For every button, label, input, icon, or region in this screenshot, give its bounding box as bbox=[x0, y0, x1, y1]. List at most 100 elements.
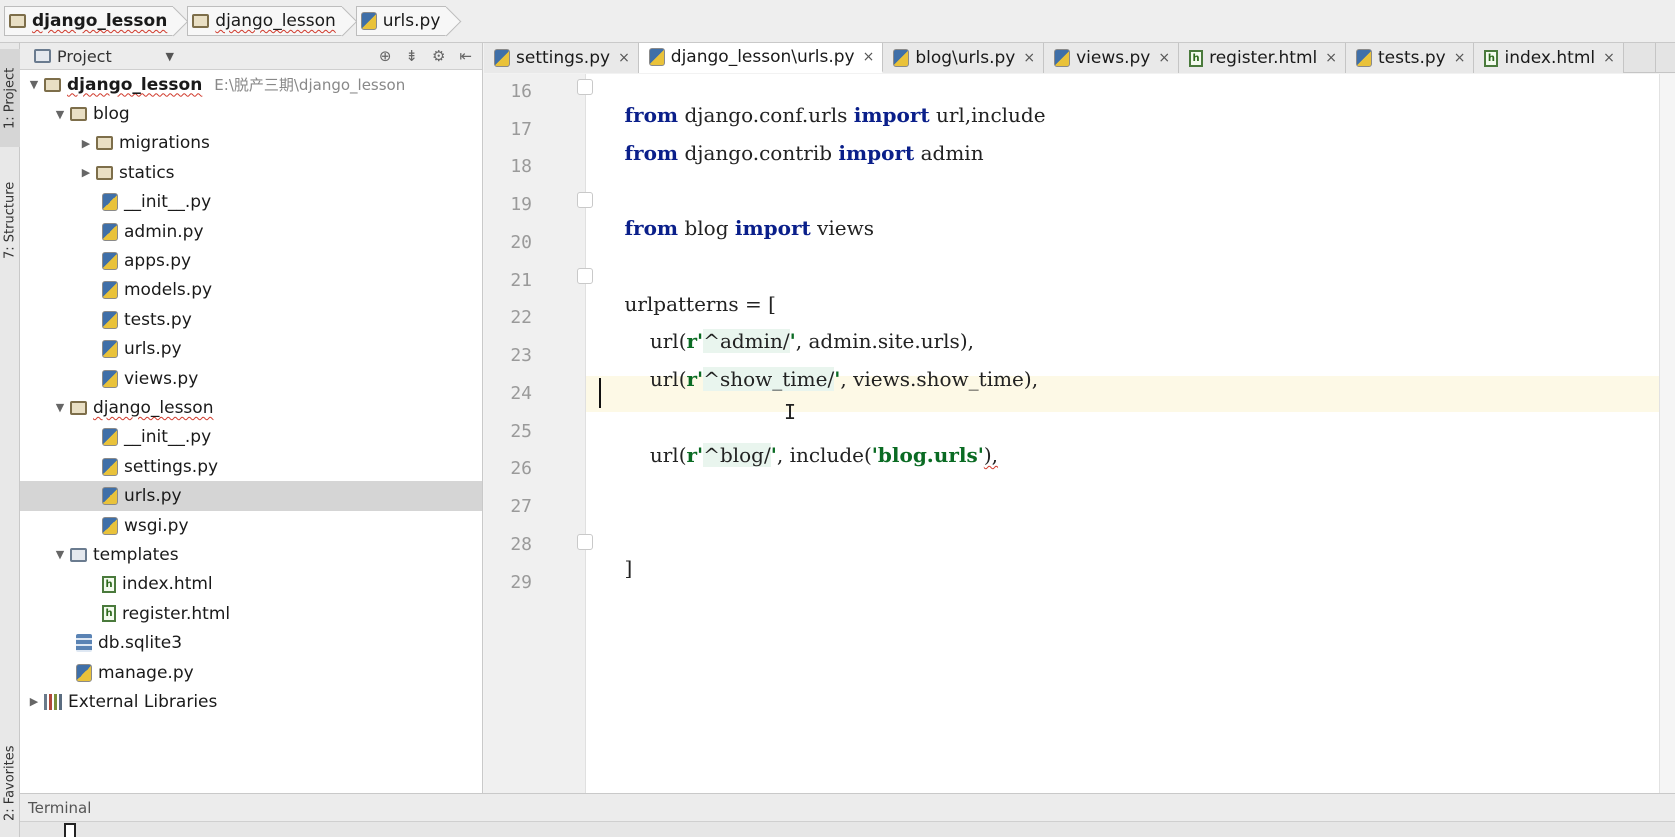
folder-icon bbox=[70, 547, 87, 562]
tree-item-external-libraries[interactable]: ▶ External Libraries bbox=[20, 687, 482, 716]
tree-item-file-selected[interactable]: urls.py bbox=[20, 481, 482, 511]
python-file-icon bbox=[102, 193, 118, 212]
tool-window-strip: 1: Project 7: Structure 2: Favorites bbox=[0, 43, 20, 837]
tree-item-file[interactable]: tests.py bbox=[20, 305, 482, 334]
project-view-selector[interactable]: Project ▼ bbox=[34, 47, 174, 66]
python-file-icon bbox=[102, 457, 118, 476]
bottom-tool-bar: Terminal bbox=[20, 793, 1675, 821]
tree-item-file[interactable]: __init__.py bbox=[20, 188, 482, 217]
tree-item-folder[interactable]: ▶ migrations bbox=[20, 129, 482, 158]
tree-item-file[interactable]: admin.py bbox=[20, 217, 482, 246]
tool-window-structure-tab[interactable]: 7: Structure bbox=[0, 161, 20, 279]
folder-icon bbox=[192, 14, 210, 28]
folder-icon bbox=[96, 136, 113, 151]
close-icon[interactable]: × bbox=[1325, 50, 1337, 66]
close-icon[interactable]: × bbox=[1158, 50, 1170, 66]
database-file-icon bbox=[76, 634, 92, 653]
fold-marker-icon[interactable] bbox=[577, 79, 593, 95]
chevron-down-icon[interactable]: ▼ bbox=[50, 108, 70, 121]
tree-item-folder[interactable]: ▶ statics bbox=[20, 158, 482, 187]
project-tree: ▼ django_lesson E:\脱产三期\django_lesson ▼ … bbox=[20, 70, 482, 717]
python-file-icon bbox=[102, 369, 118, 388]
chevron-right-icon[interactable]: ▶ bbox=[76, 137, 96, 150]
python-file-icon bbox=[76, 663, 92, 682]
line-number: 19 bbox=[510, 194, 532, 215]
tree-item-file[interactable]: h index.html bbox=[20, 570, 482, 599]
tree-item-file[interactable]: urls.py bbox=[20, 335, 482, 364]
close-icon[interactable]: × bbox=[618, 50, 630, 66]
chevron-down-icon: ▼ bbox=[165, 49, 174, 63]
breadcrumb-item-project[interactable]: django_lesson bbox=[4, 6, 174, 36]
close-icon[interactable]: × bbox=[1603, 50, 1615, 66]
breadcrumb-item-file[interactable]: urls.py bbox=[355, 6, 447, 36]
tree-item-file[interactable]: apps.py bbox=[20, 246, 482, 275]
chevron-down-icon[interactable]: ▼ bbox=[50, 548, 70, 561]
line-number: 20 bbox=[510, 232, 532, 253]
navigation-breadcrumb: django_lesson django_lesson urls.py bbox=[0, 0, 1675, 43]
tree-item-file[interactable]: h register.html bbox=[20, 599, 482, 628]
tool-window-toggle-icon[interactable] bbox=[64, 823, 76, 837]
tab-tests-py[interactable]: tests.py × bbox=[1345, 43, 1475, 73]
html-file-icon: h bbox=[1484, 49, 1499, 67]
project-panel: Project ▼ ⊕ ⇟ ⚙ ⇤ ▼ django_lesson E:\脱产三… bbox=[20, 43, 483, 793]
code-line: from django.contrib import admin bbox=[624, 141, 984, 165]
html-file-icon: h bbox=[1189, 49, 1204, 67]
tab-overflow-area[interactable] bbox=[1655, 43, 1675, 72]
python-file-icon bbox=[102, 428, 118, 447]
tab-blog-urls-py[interactable]: blog\urls.py × bbox=[883, 43, 1045, 73]
fold-marker-icon[interactable] bbox=[577, 192, 593, 208]
gear-icon[interactable]: ⚙ bbox=[432, 47, 445, 65]
tree-item-file[interactable]: models.py bbox=[20, 276, 482, 305]
chevron-down-icon[interactable]: ▼ bbox=[50, 401, 70, 414]
tree-item-file[interactable]: __init__.py bbox=[20, 423, 482, 452]
close-icon[interactable]: × bbox=[863, 49, 875, 65]
tab-settings-py[interactable]: settings.py × bbox=[484, 43, 639, 73]
locate-file-icon[interactable]: ⊕ bbox=[379, 47, 392, 65]
tree-item-file[interactable]: views.py bbox=[20, 364, 482, 393]
python-file-icon bbox=[893, 49, 910, 67]
fold-marker-icon[interactable] bbox=[577, 534, 593, 550]
tree-item-folder[interactable]: ▼ blog bbox=[20, 99, 482, 128]
tool-window-project-tab[interactable]: 1: Project bbox=[0, 49, 20, 147]
editor-vertical-scrollbar[interactable] bbox=[1659, 74, 1675, 793]
fold-marker-icon[interactable] bbox=[577, 268, 593, 284]
line-number: 25 bbox=[510, 421, 532, 442]
code-line: from blog import views bbox=[624, 216, 874, 240]
line-number: 22 bbox=[510, 307, 532, 328]
close-icon[interactable]: × bbox=[1023, 50, 1035, 66]
chevron-right-icon[interactable]: ▶ bbox=[76, 166, 96, 179]
folder-icon bbox=[96, 165, 113, 180]
tab-index-html[interactable]: h index.html × bbox=[1474, 43, 1624, 73]
tab-register-html[interactable]: h register.html × bbox=[1179, 43, 1346, 73]
tree-item-folder[interactable]: ▼ django_lesson bbox=[20, 393, 482, 422]
close-icon[interactable]: × bbox=[1454, 50, 1466, 66]
html-file-icon: h bbox=[102, 605, 116, 623]
tree-item-file[interactable]: db.sqlite3 bbox=[20, 628, 482, 657]
tab-django-lesson-urls-py[interactable]: django_lesson\urls.py × bbox=[638, 43, 884, 73]
tree-item-file[interactable]: wsgi.py bbox=[20, 511, 482, 540]
python-file-icon bbox=[102, 516, 118, 535]
code-editor[interactable]: 16 17 18 19 20 21 22 23 24 25 26 27 28 2… bbox=[484, 74, 1675, 793]
python-file-icon bbox=[102, 340, 118, 359]
line-number: 23 bbox=[510, 345, 532, 366]
breadcrumb-item-package[interactable]: django_lesson bbox=[187, 6, 342, 36]
tab-views-py[interactable]: views.py × bbox=[1044, 43, 1180, 73]
chevron-right-icon[interactable]: ▶ bbox=[24, 695, 44, 708]
chevron-down-icon[interactable]: ▼ bbox=[24, 78, 44, 91]
line-number: 17 bbox=[510, 119, 532, 140]
terminal-tab[interactable]: Terminal bbox=[28, 799, 91, 817]
python-file-icon bbox=[102, 281, 118, 300]
collapse-all-icon[interactable]: ⇟ bbox=[405, 47, 418, 65]
hide-panel-icon[interactable]: ⇤ bbox=[459, 47, 472, 65]
tree-item-root[interactable]: ▼ django_lesson E:\脱产三期\django_lesson bbox=[20, 70, 482, 99]
tree-item-file[interactable]: manage.py bbox=[20, 658, 482, 687]
line-number: 24 bbox=[510, 383, 532, 404]
line-number: 21 bbox=[510, 270, 532, 291]
line-number: 26 bbox=[510, 458, 532, 479]
line-number: 29 bbox=[510, 572, 532, 593]
tree-item-file[interactable]: settings.py bbox=[20, 452, 482, 481]
line-number: 27 bbox=[510, 496, 532, 517]
code-line: url(r'^show_time/', views.show_time), bbox=[624, 367, 1039, 391]
tool-window-favorites-tab[interactable]: 2: Favorites bbox=[0, 729, 20, 837]
tree-item-folder[interactable]: ▼ templates bbox=[20, 540, 482, 569]
